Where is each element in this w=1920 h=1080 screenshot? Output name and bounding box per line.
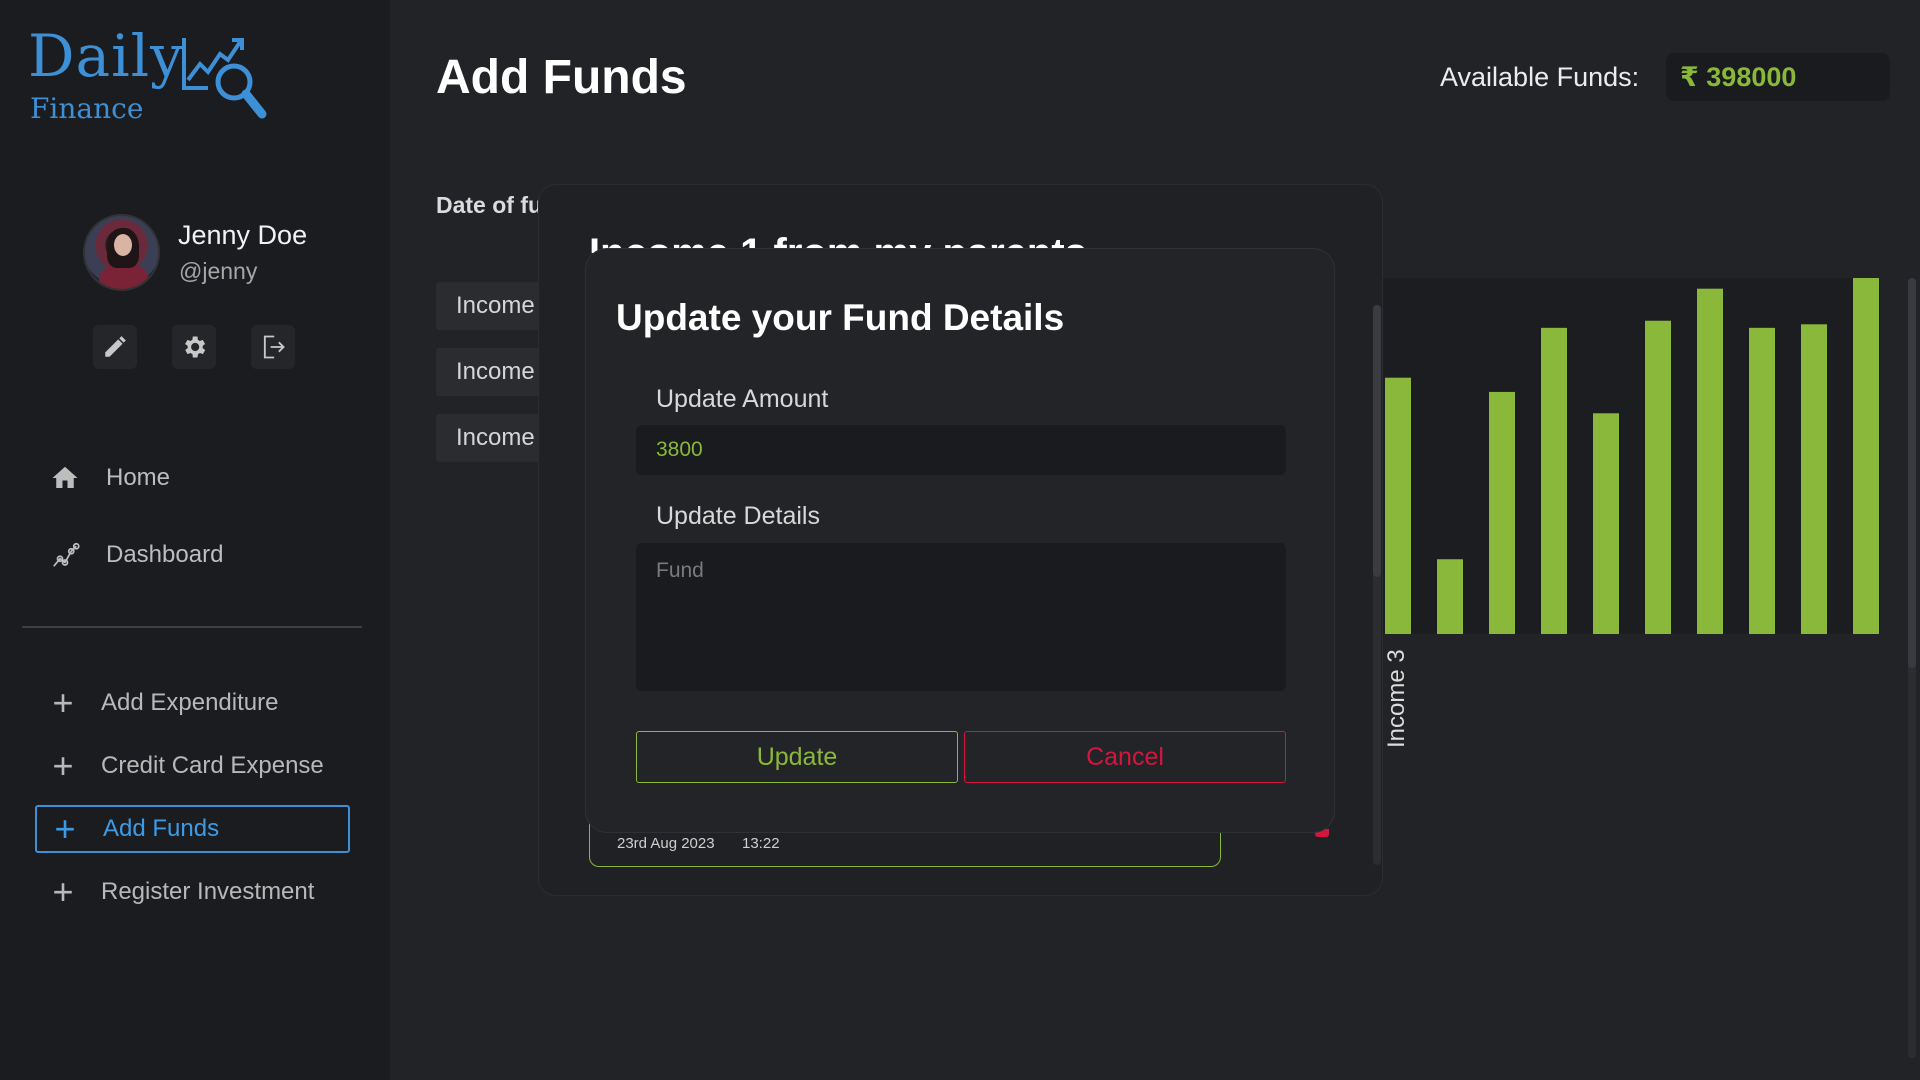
- plus-icon: +: [52, 745, 74, 786]
- profile-actions: [93, 325, 295, 369]
- entry-date: 23rd Aug 2023: [617, 835, 715, 852]
- chart-bar: [1385, 377, 1411, 634]
- logo-word-daily: Daily: [28, 22, 184, 90]
- menu-item-label: Register Investment: [101, 878, 315, 905]
- menu-item-label: Add Funds: [103, 815, 220, 842]
- finance-magnifier-icon: [182, 38, 267, 119]
- nav-item-label: Dashboard: [106, 541, 224, 568]
- menu-item-add-expenditure[interactable]: + Add Expenditure: [35, 679, 350, 727]
- update-details-input[interactable]: [636, 543, 1286, 691]
- date-of-funds-label: Date of fu: [436, 192, 543, 218]
- available-funds-value: ₹ 398000: [1666, 53, 1890, 101]
- nav-item-dashboard[interactable]: Dashboard: [50, 535, 223, 575]
- edit-profile-button[interactable]: [93, 325, 137, 369]
- update-fund-modal: Update your Fund Details Update Amount U…: [585, 248, 1335, 833]
- nav-item-label: Home: [106, 464, 171, 491]
- update-button[interactable]: Update: [636, 731, 958, 783]
- avatar[interactable]: [83, 214, 160, 291]
- profile-name: Jenny Doe: [178, 220, 308, 250]
- menu-item-add-funds[interactable]: + Add Funds: [35, 805, 350, 853]
- chart-bar: [1853, 278, 1879, 634]
- chart-bar: [1697, 288, 1723, 634]
- page-title: Add Funds: [436, 51, 687, 104]
- chart-bar: [1801, 324, 1827, 634]
- menu-item-label: Add Expenditure: [101, 689, 279, 716]
- chart-bar: [1593, 413, 1619, 634]
- profile-handle: @jenny: [179, 258, 258, 284]
- sidebar-divider: [22, 626, 362, 628]
- nav-item-home[interactable]: Home: [50, 458, 170, 498]
- update-amount-label: Update Amount: [656, 385, 829, 413]
- settings-button[interactable]: [172, 325, 216, 369]
- income-bar-chart: [1380, 278, 1880, 634]
- logout-icon: [263, 335, 285, 359]
- logo-word-finance: Finance: [30, 92, 144, 125]
- chart-x-label: Income 3: [1383, 649, 1410, 748]
- menu-item-credit-card-expense[interactable]: + Credit Card Expense: [35, 742, 350, 790]
- home-icon: [52, 466, 78, 488]
- plus-icon: +: [54, 808, 76, 849]
- page-scrollbar-thumb[interactable]: [1908, 278, 1916, 668]
- entry-time: 13:22: [742, 835, 780, 852]
- gear-icon: [185, 336, 206, 358]
- chart-bar: [1541, 327, 1567, 634]
- chart-bar: [1489, 391, 1515, 634]
- update-details-label: Update Details: [656, 502, 820, 530]
- pencil-icon: [105, 336, 126, 357]
- available-funds-label: Available Funds:: [1440, 62, 1640, 92]
- cancel-button[interactable]: Cancel: [964, 731, 1286, 783]
- plus-icon: +: [52, 682, 74, 723]
- chart-bar: [1437, 559, 1463, 634]
- chart-line-icon: [53, 542, 80, 567]
- logout-button[interactable]: [251, 325, 295, 369]
- sidebar: Daily Finance Jenny Doe @jenny Home Dash…: [0, 0, 390, 1080]
- menu-item-register-investment[interactable]: + Register Investment: [35, 868, 350, 916]
- modal-scrollbar-thumb[interactable]: [1373, 305, 1381, 577]
- plus-icon: +: [52, 871, 74, 912]
- menu-item-label: Credit Card Expense: [101, 752, 324, 779]
- chart-bar: [1645, 320, 1671, 634]
- update-amount-input[interactable]: [636, 425, 1286, 475]
- update-modal-title: Update your Fund Details: [616, 297, 1065, 338]
- chart-bar: [1749, 327, 1775, 634]
- app-logo[interactable]: Daily Finance: [28, 22, 278, 132]
